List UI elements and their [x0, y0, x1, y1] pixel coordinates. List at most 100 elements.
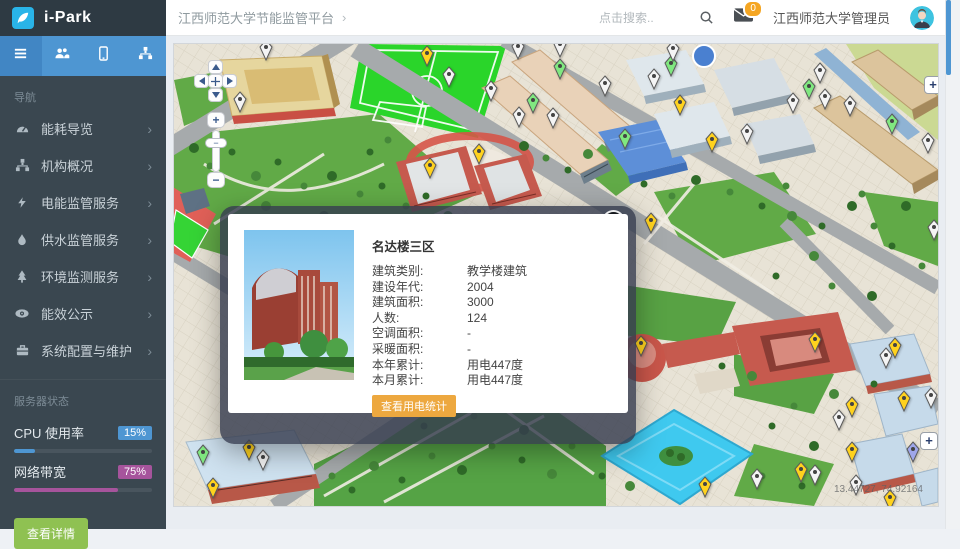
- map-pin-white[interactable]: [785, 92, 801, 114]
- map-pin-yellow[interactable]: [807, 331, 823, 353]
- page-scrollbar-track[interactable]: [945, 0, 960, 529]
- chevron-right-icon: ›: [147, 270, 152, 284]
- map-pin-white[interactable]: [441, 66, 457, 88]
- sitemap-icon: [138, 46, 153, 66]
- map-pin-yellow[interactable]: [844, 441, 860, 463]
- field-value: 124: [467, 311, 487, 327]
- pan-left-button[interactable]: [194, 74, 209, 88]
- current-user-name[interactable]: 江西师范大学管理员: [773, 8, 890, 27]
- map-region: + − − + + 13.44727, 74.92164 ✕: [166, 36, 946, 529]
- messages-button[interactable]: 0: [734, 8, 753, 27]
- map-pin-white[interactable]: [510, 44, 526, 60]
- map-pin-yellow[interactable]: [419, 45, 435, 67]
- chevron-right-icon: ›: [147, 196, 152, 210]
- pan-right-button[interactable]: [222, 74, 237, 88]
- building-field-row: 建设年代:2004: [372, 280, 616, 296]
- map-pin-white[interactable]: [878, 347, 894, 369]
- map-pin-yellow[interactable]: [672, 94, 688, 116]
- campus-map[interactable]: + − − + + 13.44727, 74.92164 ✕: [174, 44, 938, 506]
- sidebar-item-label: 环境监测服务: [41, 267, 136, 286]
- iconbar-sitemap-button[interactable]: [125, 36, 167, 76]
- breadcrumb[interactable]: 江西师范大学节能监管平台 ›: [178, 8, 346, 27]
- map-pin-yellow[interactable]: [643, 212, 659, 234]
- field-label: 采暖面积:: [372, 342, 467, 358]
- map-pin-yellow[interactable]: [704, 131, 720, 153]
- map-pin-white[interactable]: [926, 219, 938, 241]
- avatar[interactable]: [910, 6, 934, 30]
- breadcrumb-title[interactable]: 江西师范大学节能监管平台: [178, 8, 334, 27]
- sidebar-item-电能监管服务[interactable]: 电能监管服务›: [0, 184, 166, 221]
- view-electricity-stats-button[interactable]: 查看用电统计: [372, 395, 456, 417]
- map-pin-white[interactable]: [646, 68, 662, 90]
- eye-icon: [14, 306, 30, 321]
- map-pin-yellow[interactable]: [697, 476, 713, 498]
- map-pin-white[interactable]: [817, 88, 833, 110]
- map-pin-purple[interactable]: [905, 441, 921, 463]
- building-field-row: 人数:124: [372, 311, 616, 327]
- map-pin-white[interactable]: [511, 106, 527, 128]
- chevron-right-icon: ›: [147, 122, 152, 136]
- sidebar-item-label: 供水监管服务: [41, 230, 136, 249]
- map-pin-green[interactable]: [884, 113, 900, 135]
- map-pin-yellow[interactable]: [471, 143, 487, 165]
- sidebar-item-机构概况[interactable]: 机构概况›: [0, 147, 166, 184]
- gauge-icon: [14, 121, 30, 136]
- field-label: 建筑类别:: [372, 264, 467, 280]
- map-pin-green[interactable]: [525, 92, 541, 114]
- zoom-out-button[interactable]: −: [207, 172, 225, 188]
- sidebar-item-能耗导览[interactable]: 能耗导览›: [0, 110, 166, 147]
- iconbar-menu-button[interactable]: [0, 36, 42, 76]
- pan-up-button[interactable]: [208, 60, 223, 74]
- map-pin-white[interactable]: [923, 387, 938, 409]
- view-details-button[interactable]: 查看详情: [14, 518, 88, 549]
- zoom-in-button[interactable]: +: [207, 112, 225, 128]
- bandwidth-label: 网络带宽: [14, 462, 66, 481]
- map-pin-white[interactable]: [545, 107, 561, 129]
- field-label: 建设年代:: [372, 280, 467, 296]
- building-field-row: 空调面积:-: [372, 326, 616, 342]
- map-pin-yellow[interactable]: [422, 157, 438, 179]
- chevron-right-icon: ›: [147, 344, 152, 358]
- overview-map-toggle-bottom[interactable]: +: [920, 432, 938, 450]
- map-pin-white[interactable]: [552, 44, 568, 58]
- overview-map-toggle-top[interactable]: +: [924, 76, 938, 94]
- search-input[interactable]: 点击搜索..: [599, 9, 679, 26]
- map-pin-white[interactable]: [920, 132, 936, 154]
- zoom-slider-track[interactable]: [212, 130, 220, 172]
- map-pin-white[interactable]: [739, 123, 755, 145]
- sidebar-item-供水监管服务[interactable]: 供水监管服务›: [0, 221, 166, 258]
- iconbar-tablet-button[interactable]: [83, 36, 125, 76]
- page-scrollbar-thumb[interactable]: [946, 0, 951, 75]
- map-pin-white[interactable]: [842, 95, 858, 117]
- pan-center-button[interactable]: [208, 74, 223, 88]
- map-pin-white[interactable]: [831, 409, 847, 431]
- iconbar-users-button[interactable]: [42, 36, 84, 76]
- map-pin-yellow[interactable]: [896, 390, 912, 412]
- map-pin-white[interactable]: [807, 464, 823, 486]
- nav-section-label: 导航: [0, 76, 166, 110]
- building-field-row: 采暖面积:-: [372, 342, 616, 358]
- map-pin-white[interactable]: [483, 80, 499, 102]
- server-status-label: 服务器状态: [0, 380, 166, 414]
- map-pin-white[interactable]: [255, 449, 271, 471]
- map-pin-white[interactable]: [749, 468, 765, 490]
- sidebar-item-环境监测服务[interactable]: 环境监测服务 ›: [0, 258, 166, 295]
- building-field-row: 建筑面积:3000: [372, 295, 616, 311]
- bandwidth-bar-fill: [14, 488, 118, 492]
- map-pin-green[interactable]: [552, 58, 568, 80]
- map-pin-white[interactable]: [665, 44, 681, 62]
- search-icon[interactable]: [699, 10, 714, 25]
- cpu-usage-label: CPU 使用率: [14, 423, 84, 442]
- map-pin-yellow[interactable]: [205, 477, 221, 499]
- map-pin-white[interactable]: [597, 75, 613, 97]
- pan-down-button[interactable]: [208, 88, 223, 102]
- field-label: 本月累计:: [372, 373, 467, 389]
- map-coordinates: 13.44727, 74.92164: [834, 484, 923, 495]
- sidebar-item-能效公示[interactable]: 能效公示›: [0, 295, 166, 332]
- map-pin-white[interactable]: [812, 62, 828, 84]
- map-pin-green[interactable]: [617, 128, 633, 150]
- map-pin-green[interactable]: [195, 444, 211, 466]
- sidebar-item-系统配置与维护[interactable]: 系统配置与维护›: [0, 332, 166, 369]
- zoom-slider-handle[interactable]: −: [205, 138, 227, 148]
- map-pin-white[interactable]: [258, 44, 274, 61]
